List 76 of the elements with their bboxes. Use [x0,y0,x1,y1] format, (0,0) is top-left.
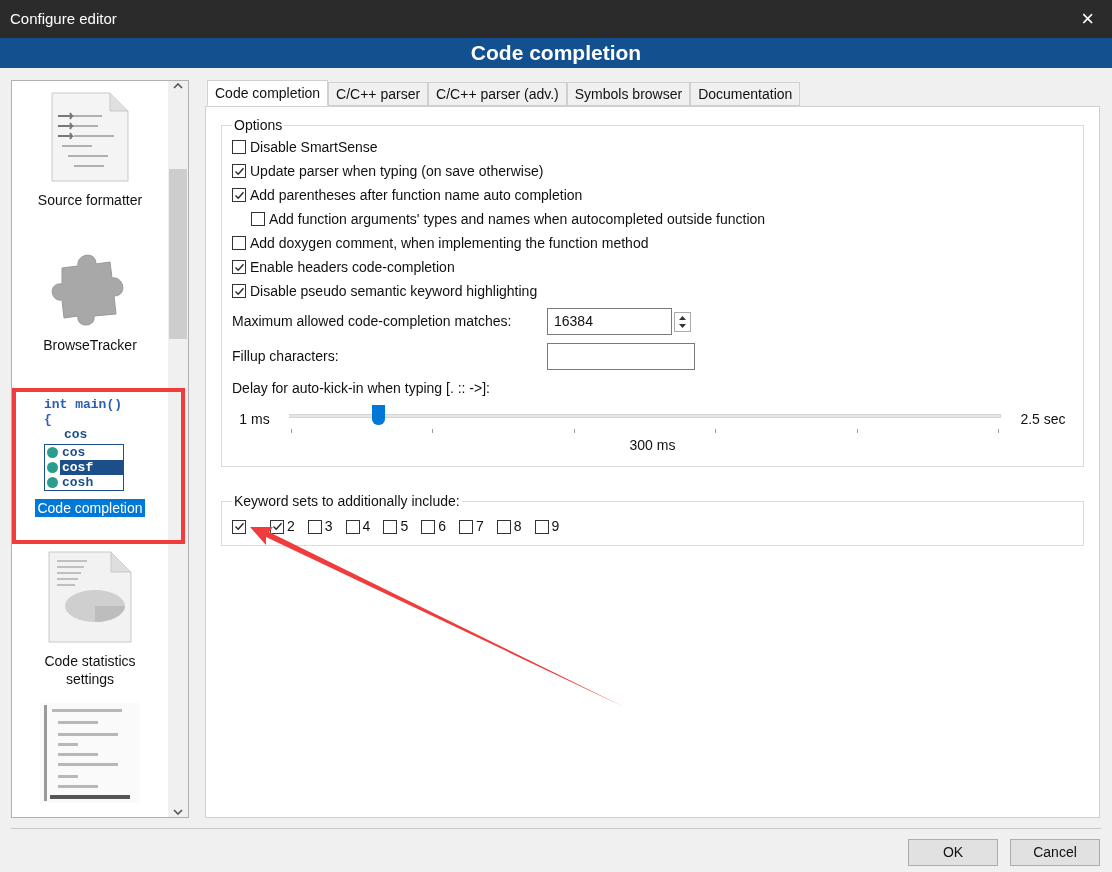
tab[interactable]: Documentation [690,82,801,106]
tab[interactable]: C/C++ parser [328,82,429,106]
checkbox[interactable] [232,284,246,298]
checkbox-label: Disable pseudo semantic keyword highlighting [250,282,538,300]
scrollbar[interactable] [168,81,188,817]
dialog-button[interactable]: Cancel [1010,839,1100,866]
document-icon [48,91,132,183]
checkbox-label: 9 [551,517,560,536]
checkbox[interactable] [270,519,284,534]
spin-down-icon[interactable] [679,323,686,328]
tab[interactable]: Symbols browser [566,82,691,106]
checkbox[interactable] [496,519,511,534]
spin-up-icon[interactable] [679,315,686,320]
slider-label: Delay for auto-kick-in when typing [. :: ->]: [232,379,491,398]
window-title: Configure editor [10,8,117,29]
checkbox[interactable] [534,519,549,534]
check-icon [233,165,245,177]
tab[interactable]: C/C++ parser (adv.) [428,82,567,106]
check-icon [271,521,283,532]
checkbox-label: Add function arguments' types and names when autocompleted outside function [269,210,766,228]
check-icon [233,521,245,532]
check-icon [233,285,245,297]
code-line: int main() [44,397,123,412]
checkbox-label: 5 [400,517,409,536]
field-label: Maximum allowed code-completion matches: [232,312,513,331]
checkbox-label: 8 [513,517,522,536]
checkbox-label: 3 [324,517,333,536]
slider-max-label: 2.5 sec [1019,409,1067,429]
page-heading: Code completion [470,40,642,67]
scroll-up-icon[interactable] [173,83,183,89]
checkbox[interactable] [459,519,473,534]
slider-min-label: 1 ms [238,409,271,429]
checkbox-label: 2 [287,517,295,536]
suggestion-item: cosf [60,460,123,475]
code-line: cos [63,427,89,442]
checkbox-label: 7 [476,517,484,536]
checkbox[interactable] [232,140,246,154]
function-icon [47,462,58,473]
tab[interactable]: Code completion [207,80,329,106]
checkbox-label: 6 [438,517,446,536]
function-icon [47,447,58,458]
scroll-down-icon[interactable] [173,809,183,815]
dialog-button[interactable]: OK [908,839,998,866]
group-title: Options [233,116,284,135]
suggestion-item: cos [61,445,87,460]
checkbox[interactable] [421,519,436,534]
checkbox[interactable] [232,519,246,534]
check-icon [233,261,245,273]
checkbox[interactable] [232,260,246,274]
checkbox-label: Disable SmartSense [250,138,378,156]
code-line: { [44,412,53,427]
close-button[interactable]: × [1073,8,1102,30]
checkbox[interactable] [232,188,246,202]
function-icon [47,477,58,488]
checkbox[interactable] [307,519,322,534]
checkbox[interactable] [345,519,360,534]
checkbox-label: Update parser when typing (on save otherwise) [250,162,544,180]
slider-thumb[interactable] [372,405,385,425]
checkbox[interactable] [232,164,246,178]
check-icon [233,189,245,201]
sidebar-item[interactable]: Code completion [35,499,145,517]
slider-track[interactable] [289,405,1001,427]
scroll-thumb[interactable] [169,169,187,339]
checkbox-label: Add doxygen comment, when implementing the function method [250,234,649,252]
field-label: Fillup characters: [232,347,340,366]
suggestion-item: cosh [61,475,95,490]
checkbox[interactable] [232,236,246,250]
checkbox[interactable] [251,212,265,226]
document-chart-icon [45,550,135,644]
slider-value: 300 ms [628,436,677,455]
input-field[interactable] [547,343,695,370]
checkbox-label: Enable headers code-completion [250,258,455,276]
checkbox-label: 4 [362,517,371,536]
checkbox[interactable] [383,519,398,534]
checkbox-label: Add parentheses after function name auto completion [250,186,583,204]
group-title: Keyword sets to additionally include: [233,492,461,511]
